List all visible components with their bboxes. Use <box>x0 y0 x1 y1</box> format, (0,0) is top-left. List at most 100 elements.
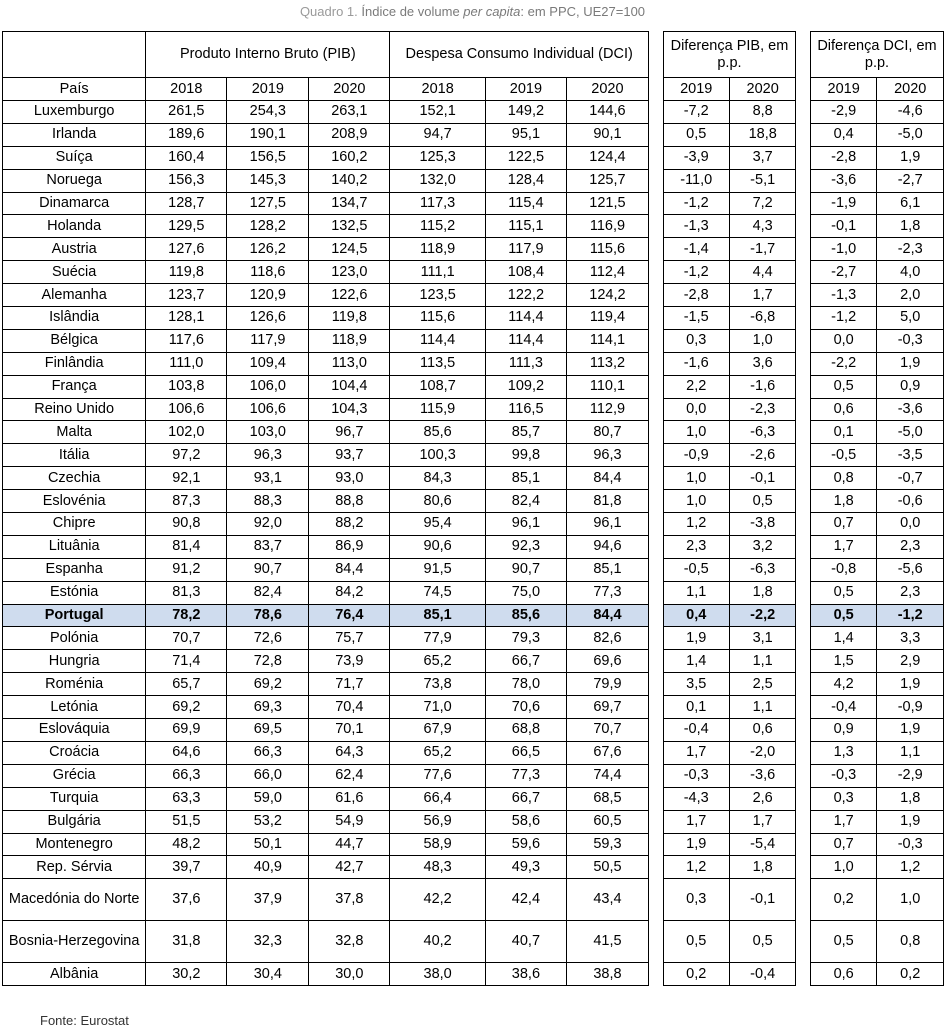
value-cell: 125,7 <box>565 168 649 193</box>
value-cell: 77,6 <box>389 763 486 788</box>
gap-cell <box>795 214 811 238</box>
country-cell: Reino Unido <box>1 397 147 422</box>
value-cell: 118,9 <box>308 328 391 353</box>
value-cell: -1,3 <box>809 283 878 308</box>
value-cell: 1,9 <box>876 145 944 170</box>
table-row: Polónia 70,7 72,6 75,7 77,9 79,3 82,6 1,9 3,1 1,4… <box>1 626 944 651</box>
table-row: Reino Unido 106,6 106,6 104,3 115,9 116,5 112,… <box>1 397 944 422</box>
value-cell: 91,2 <box>145 557 228 582</box>
country-cell: Turquia <box>1 786 147 811</box>
value-cell: 82,4 <box>226 580 310 605</box>
value-cell: -7,2 <box>662 100 730 124</box>
value-cell: 93,1 <box>226 466 310 491</box>
gap-cell <box>647 581 664 605</box>
gap-cell <box>647 649 664 673</box>
header-gap <box>647 77 664 101</box>
value-cell: 2,0 <box>876 283 944 308</box>
value-cell: 0,4 <box>662 603 730 628</box>
value-cell: 1,9 <box>876 718 944 742</box>
gap-cell <box>795 920 811 963</box>
value-cell: -0,4 <box>662 718 730 742</box>
value-cell: 1,7 <box>728 809 797 834</box>
value-cell: 0,7 <box>809 832 878 857</box>
value-cell: -0,4 <box>809 695 878 720</box>
value-cell: 2,9 <box>876 649 944 674</box>
table-row: Estónia 81,3 82,4 84,2 74,5 75,0 77,3 1,1 1,8 0,5… <box>1 580 944 605</box>
table-row: Chipre 90,8 92,0 88,2 95,4 96,1 96,1 1,2 -3,8 0,7… <box>1 512 944 536</box>
header-year: 2019 <box>484 77 567 101</box>
value-cell: 115,2 <box>389 214 486 239</box>
table-row: Suécia 119,8 118,6 123,0 111,1 108,4 112,4 -1,2… <box>1 260 944 285</box>
gap-cell <box>647 718 664 742</box>
value-cell: 90,1 <box>565 122 649 147</box>
value-cell: 68,8 <box>484 718 567 742</box>
gap-cell <box>647 626 664 650</box>
value-cell: 71,0 <box>389 695 486 720</box>
value-cell: 59,3 <box>565 832 649 857</box>
value-cell: 42,7 <box>308 855 391 880</box>
value-cell: 37,6 <box>145 878 228 922</box>
header-gap <box>795 31 811 78</box>
table-caption: Quadro 1. Índice de volume per capita: e… <box>0 2 945 24</box>
country-cell: Malta <box>1 420 147 445</box>
table-row: Bélgica 117,6 117,9 118,9 114,4 114,4 114,1 0,3… <box>1 328 944 353</box>
value-cell: 1,1 <box>728 649 797 674</box>
gap-cell <box>647 512 664 536</box>
value-cell: 78,6 <box>226 603 310 628</box>
gap-cell <box>795 352 811 376</box>
value-cell: 0,3 <box>809 786 878 811</box>
header-year: 2019 <box>226 77 310 101</box>
value-cell: 66,7 <box>484 786 567 811</box>
value-cell: 81,8 <box>565 489 649 514</box>
value-cell: 92,0 <box>226 512 310 536</box>
value-cell: 124,2 <box>565 283 649 308</box>
value-cell: 81,3 <box>145 580 228 605</box>
value-cell: 129,5 <box>145 214 228 239</box>
value-cell: 60,5 <box>565 809 649 834</box>
gap-cell <box>795 169 811 193</box>
value-cell: 42,2 <box>389 878 486 922</box>
value-cell: 82,4 <box>484 489 567 514</box>
gap-cell <box>647 535 664 559</box>
value-cell: 106,6 <box>145 397 228 422</box>
value-cell: 77,3 <box>484 763 567 788</box>
table-row: Roménia 65,7 69,2 71,7 73,8 78,0 79,9 3,5 2,5 4,2… <box>1 672 944 697</box>
gap-cell <box>647 237 664 261</box>
value-cell: -4,3 <box>662 786 730 811</box>
value-cell: -0,1 <box>728 878 797 922</box>
value-cell: 123,5 <box>389 283 486 308</box>
value-cell: 1,4 <box>809 626 878 651</box>
value-cell: 88,8 <box>308 489 391 514</box>
country-cell: Espanha <box>1 557 147 582</box>
header-dci: Despesa Consumo Individual (DCI) <box>389 31 649 78</box>
value-cell: 1,4 <box>662 649 730 674</box>
value-cell: 68,5 <box>565 786 649 811</box>
gap-cell <box>647 962 664 986</box>
table-row: Turquia 63,3 59,0 61,6 66,4 66,7 68,5 -4,3 2,6 0,… <box>1 786 944 811</box>
value-cell: -5,0 <box>876 420 944 445</box>
value-cell: 118,6 <box>226 260 310 285</box>
value-cell: 118,9 <box>389 237 486 262</box>
caption-text-b: : em PPC, UE27=100 <box>520 4 646 19</box>
gap-cell <box>795 100 811 124</box>
country-cell: Chipre <box>1 512 147 536</box>
table-row: Itália 97,2 96,3 93,7 100,3 99,8 96,3 -0,9 -2,6-… <box>1 443 944 468</box>
country-cell: Estónia <box>1 580 147 605</box>
value-cell: 0,3 <box>662 328 730 353</box>
value-cell: 0,2 <box>662 962 730 987</box>
country-cell: Islândia <box>1 306 147 330</box>
gap-cell <box>795 741 811 765</box>
gap-cell <box>795 535 811 559</box>
gap-cell <box>647 695 664 719</box>
value-cell: 1,0 <box>662 466 730 491</box>
value-cell: 92,3 <box>484 534 567 559</box>
value-cell: -0,3 <box>809 763 878 788</box>
value-cell: 110,1 <box>565 374 649 399</box>
value-cell: 122,5 <box>484 145 567 170</box>
value-cell: -6,3 <box>728 420 797 445</box>
gap-cell <box>647 558 664 582</box>
value-cell: 4,0 <box>876 260 944 285</box>
value-cell: 156,3 <box>145 168 228 193</box>
value-cell: 111,1 <box>389 260 486 285</box>
value-cell: -1,6 <box>662 351 730 376</box>
